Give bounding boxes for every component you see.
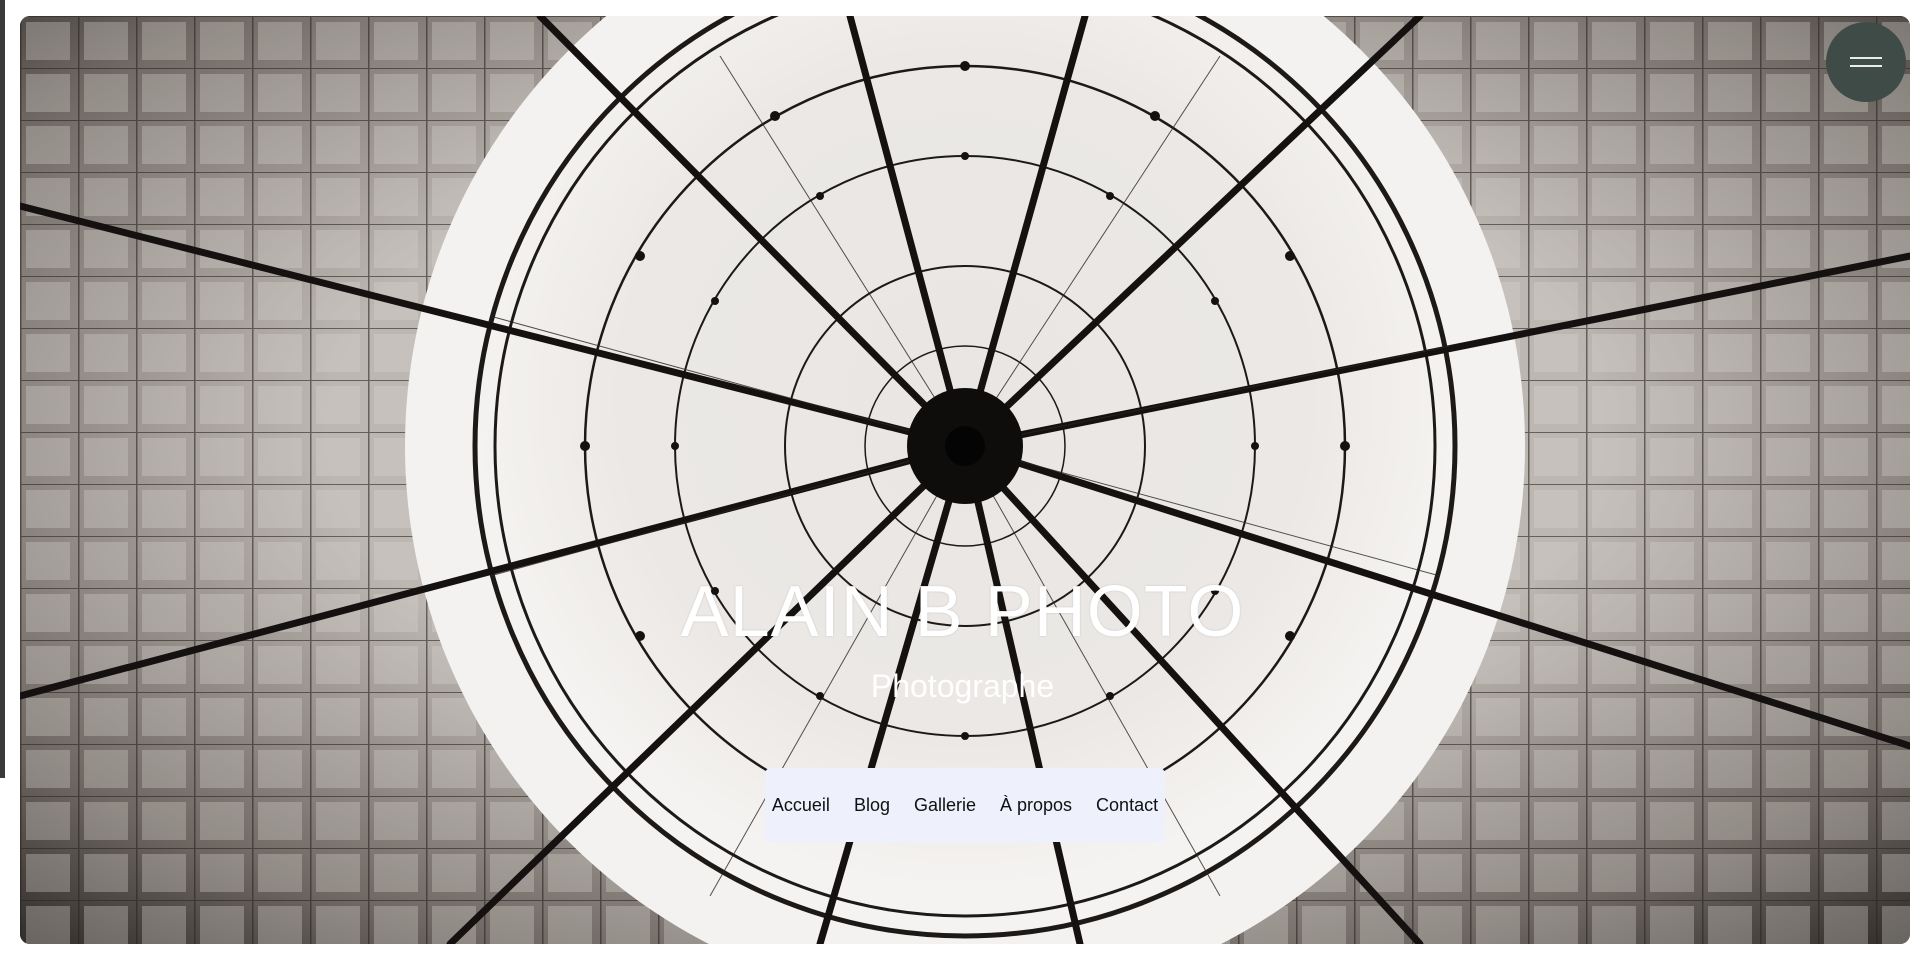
- nav-item-accueil[interactable]: Accueil: [760, 795, 842, 816]
- main-nav: Accueil Blog Gallerie À propos Contact: [765, 768, 1165, 842]
- site-subtitle: Photographe: [870, 668, 1055, 704]
- nav-item-contact[interactable]: Contact: [1084, 795, 1170, 816]
- nav-item-a-propos[interactable]: À propos: [988, 795, 1084, 816]
- page-edge-bar: [0, 0, 5, 778]
- nav-item-blog[interactable]: Blog: [842, 795, 902, 816]
- menu-button[interactable]: [1826, 22, 1906, 102]
- hamburger-icon: [1850, 56, 1882, 68]
- site-title: ALAIN B PHOTO: [680, 572, 1245, 652]
- nav-item-gallerie[interactable]: Gallerie: [902, 795, 988, 816]
